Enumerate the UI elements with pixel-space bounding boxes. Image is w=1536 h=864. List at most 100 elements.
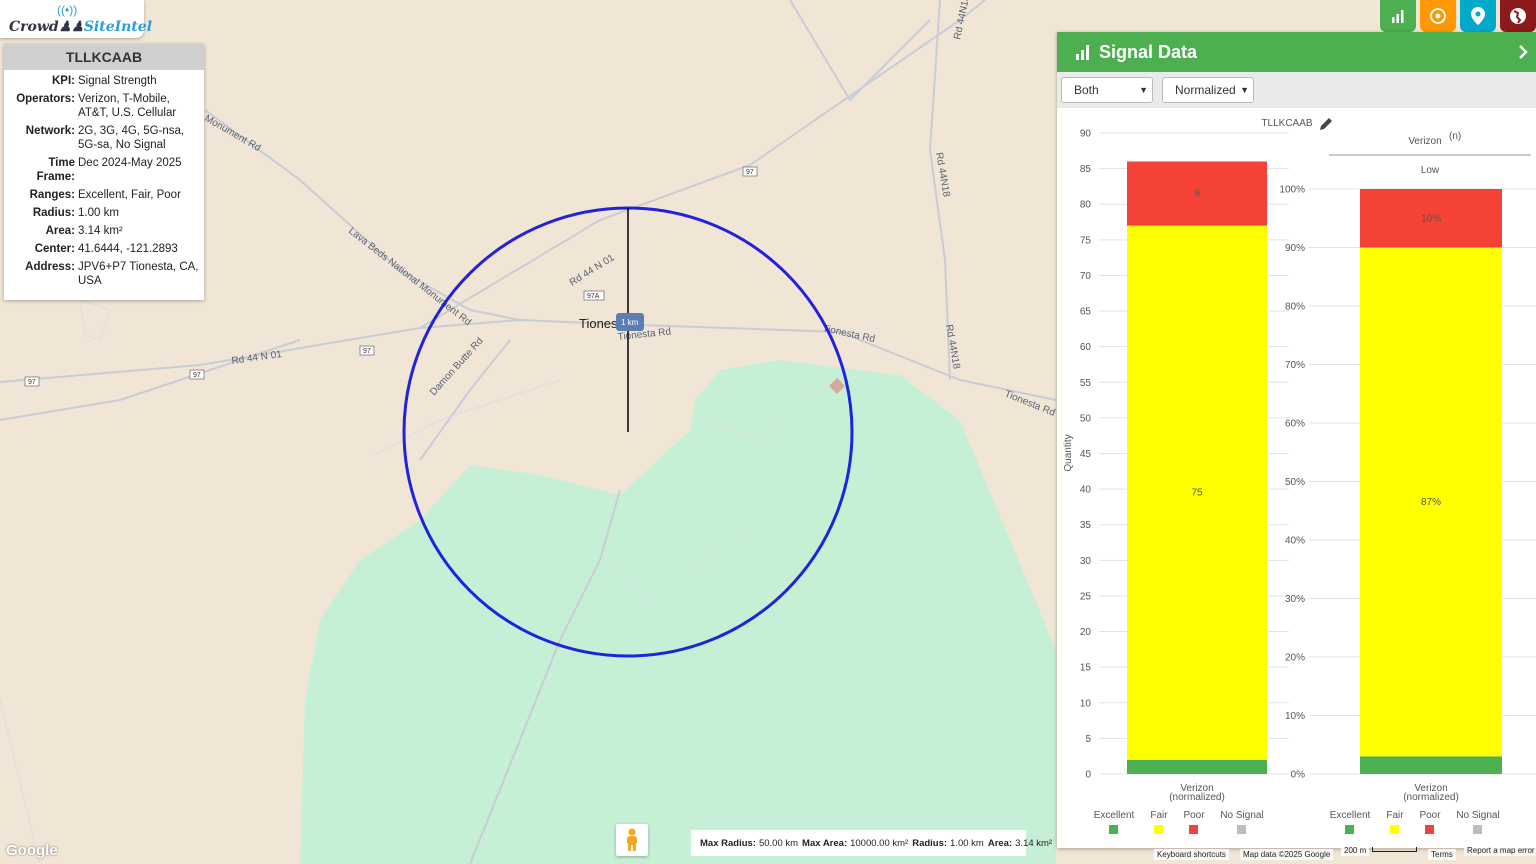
info-row: Time Frame: Dec 2024-May 2025 bbox=[4, 156, 204, 184]
y-tick-label: 40 bbox=[1080, 485, 1092, 496]
data-label-poor: 9 bbox=[1194, 189, 1200, 200]
edit-pencil-icon bbox=[1320, 118, 1332, 130]
legend-swatch bbox=[1109, 825, 1118, 834]
google-logo: Google bbox=[6, 842, 58, 859]
info-value: Signal Strength bbox=[78, 75, 157, 87]
radius-marker-label: 1 km bbox=[621, 318, 639, 327]
collapse-chevron-icon[interactable] bbox=[1518, 44, 1528, 60]
app-logo[interactable]: ((•)) Crowd♟♟SiteIntel bbox=[0, 0, 152, 38]
keyboard-shortcuts-link[interactable]: Keyboard shortcuts bbox=[1154, 849, 1229, 860]
filter-select[interactable]: Both ▼ bbox=[1061, 77, 1153, 103]
chevron-down-icon: ▼ bbox=[1139, 85, 1148, 95]
info-value: Dec 2024-May 2025 bbox=[78, 157, 182, 169]
crowd-icon: ♟♟ bbox=[58, 19, 84, 35]
radius-value: 1.00 km bbox=[950, 837, 984, 849]
y-tick-label: 75 bbox=[1080, 235, 1092, 246]
info-row: Ranges: Excellent, Fair, Poor bbox=[4, 188, 204, 202]
pin-button[interactable] bbox=[1460, 0, 1496, 32]
y-tick-label: 50% bbox=[1285, 477, 1305, 488]
y-tick-label: 10% bbox=[1285, 711, 1305, 722]
report-map-error-link[interactable]: Report a map error bbox=[1464, 845, 1536, 856]
scale-label[interactable]: 200 m bbox=[1341, 845, 1370, 856]
globe-button[interactable] bbox=[1500, 0, 1536, 32]
info-value: 1.00 km bbox=[78, 207, 119, 219]
info-key: KPI: bbox=[52, 75, 75, 87]
route-shield-label: 97 bbox=[28, 379, 36, 386]
max-radius-key: Max Radius: bbox=[700, 837, 756, 849]
y-tick-label: 45 bbox=[1080, 449, 1092, 460]
y-tick-label: 90% bbox=[1285, 243, 1305, 254]
info-row: KPI: Signal Strength bbox=[4, 74, 204, 88]
y-tick-label: 65 bbox=[1080, 307, 1092, 318]
panel-header: Signal Data bbox=[1057, 32, 1536, 72]
y-tick-label: 0% bbox=[1291, 770, 1306, 781]
chart-toggle-button[interactable] bbox=[1380, 0, 1416, 32]
y-tick-label: 90 bbox=[1080, 129, 1092, 140]
info-value: 3.14 km² bbox=[78, 225, 123, 237]
panel-title: Signal Data bbox=[1099, 41, 1198, 62]
legend-label: Excellent bbox=[1094, 810, 1135, 821]
legend-label: Fair bbox=[1386, 810, 1404, 821]
y-tick-label: 70% bbox=[1285, 360, 1305, 371]
legend-swatch bbox=[1345, 825, 1354, 834]
bar-segment-excellent bbox=[1127, 759, 1267, 774]
info-value: 41.6444, -121.2893 bbox=[78, 243, 178, 255]
y-tick-label: 35 bbox=[1080, 520, 1092, 531]
street-view-pegman[interactable] bbox=[616, 824, 648, 856]
legend-label: Excellent bbox=[1330, 810, 1371, 821]
chart-title-superscript: (n) bbox=[1449, 131, 1461, 142]
y-tick-label: 10 bbox=[1080, 698, 1092, 709]
terms-link[interactable]: Terms bbox=[1428, 849, 1456, 860]
signal-bars-icon bbox=[1076, 45, 1089, 60]
area-key: Area: bbox=[987, 837, 1013, 849]
mode-select[interactable]: Normalized ▼ bbox=[1162, 77, 1254, 103]
info-key: Time Frame: bbox=[36, 157, 75, 183]
area-value: 3.14 km² bbox=[1015, 837, 1053, 849]
legend-label: Poor bbox=[1419, 810, 1441, 821]
pegman-icon bbox=[627, 828, 637, 851]
info-row: Address: JPV6+P7 Tionesta, CA, USA bbox=[4, 260, 204, 288]
info-row: Radius: 1.00 km bbox=[4, 206, 204, 220]
signal-charts: 0 5 10 15 20 25 30 35 40 45 50 55 60 65 70 75 80 85 90 TLLK… bbox=[1063, 118, 1536, 834]
info-value: 2G, 3G, 4G, 5G-nsa, 5G-sa, No Signal bbox=[78, 125, 185, 151]
max-radius-value: 50.00 km bbox=[758, 837, 799, 849]
legend-label: No Signal bbox=[1220, 810, 1263, 821]
info-value: JPV6+P7 Tionesta, CA, USA bbox=[78, 261, 199, 287]
legend-label: Fair bbox=[1150, 810, 1168, 821]
antenna-icon: ((•)) bbox=[57, 3, 78, 17]
max-area-key: Max Area: bbox=[802, 837, 848, 849]
chevron-down-icon: ▼ bbox=[1240, 85, 1249, 95]
y-tick-label: 70 bbox=[1080, 271, 1092, 282]
y-tick-label: 50 bbox=[1080, 413, 1092, 424]
max-area-value: 10000.00 km² bbox=[850, 837, 909, 849]
y-tick-label: 5 bbox=[1085, 734, 1091, 745]
info-key: Ranges: bbox=[29, 189, 75, 201]
x-category-label-sub: (normalized) bbox=[1403, 792, 1459, 803]
target-button[interactable] bbox=[1420, 0, 1456, 32]
chart-icon bbox=[1392, 10, 1404, 23]
y-tick-label: 30% bbox=[1285, 594, 1305, 605]
target-icon bbox=[1430, 8, 1446, 24]
info-row: Operators: Verizon, T-Mobile, AT&T, U.S. … bbox=[4, 92, 204, 120]
y-tick-label: 20 bbox=[1080, 627, 1092, 638]
info-row: Area: 3.14 km² bbox=[4, 224, 204, 238]
y-tick-label: 100% bbox=[1279, 185, 1305, 196]
y-tick-label: 80 bbox=[1080, 200, 1092, 211]
chart-title: Verizon bbox=[1408, 136, 1441, 147]
y-tick-label: 30 bbox=[1080, 556, 1092, 567]
y-tick-label: 85 bbox=[1080, 164, 1092, 175]
globe-icon bbox=[1510, 8, 1526, 24]
x-category-label-sub: (normalized) bbox=[1169, 792, 1225, 803]
scale-bar bbox=[1372, 847, 1417, 852]
y-tick-label: 80% bbox=[1285, 302, 1305, 313]
legend-swatch bbox=[1425, 825, 1434, 834]
route-shield-label: 97 bbox=[193, 372, 201, 379]
site-id-title: TLLKCAAB bbox=[4, 44, 204, 70]
legend-swatch bbox=[1189, 825, 1198, 834]
map-data-attribution: Map data ©2025 Google bbox=[1240, 849, 1334, 860]
data-label-fair: 75 bbox=[1191, 488, 1203, 499]
y-axis-label: Quantity bbox=[1063, 434, 1074, 471]
y-tick-label: 15 bbox=[1080, 663, 1092, 674]
info-value: Excellent, Fair, Poor bbox=[78, 189, 181, 201]
y-tick-label: 0 bbox=[1085, 770, 1091, 781]
